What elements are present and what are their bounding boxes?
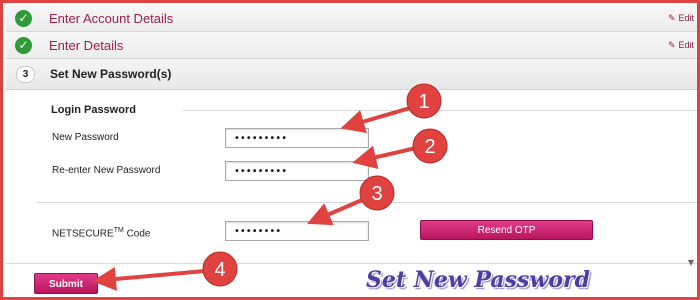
divider	[183, 110, 697, 111]
edit-label[interactable]: Edit	[678, 40, 694, 50]
edit-link-account[interactable]: ✎ Edit	[668, 13, 694, 24]
trademark-sup: TM	[113, 227, 124, 234]
step-number-badge: 3	[16, 66, 35, 83]
step-label: Enter Account Details	[49, 11, 174, 26]
netsecure-label-suffix: Code	[123, 228, 151, 240]
step-set-password-header: 3 Set New Password(s)	[6, 59, 697, 90]
netsecure-code-label: NETSECURETM Code	[52, 227, 150, 239]
step-label: Enter Details	[49, 38, 124, 53]
pencil-icon: ✎	[667, 14, 676, 24]
pencil-icon: ✎	[667, 41, 676, 51]
netsecure-code-input[interactable]	[225, 221, 369, 241]
scroll-down-icon[interactable]: ▼	[688, 258, 694, 267]
new-password-label: New Password	[52, 132, 119, 143]
divider	[6, 263, 697, 264]
reenter-password-label: Re-enter New Password	[52, 165, 161, 176]
netsecure-label-text: NETSECURE	[52, 228, 114, 240]
submit-button[interactable]: Submit	[34, 273, 98, 294]
step-enter-details: ✓ Enter Details ✎ Edit	[6, 32, 697, 59]
edit-label[interactable]: Edit	[678, 13, 694, 23]
step-account-details: ✓ Enter Account Details ✎ Edit	[6, 5, 697, 32]
divider	[36, 202, 697, 203]
new-password-input[interactable]	[225, 128, 369, 148]
reenter-password-input[interactable]	[225, 161, 369, 181]
resend-otp-button[interactable]: Resend OTP	[420, 220, 593, 240]
section-title-login-password: Login Password	[51, 104, 136, 116]
step-title: Set New Password(s)	[50, 67, 172, 81]
check-icon: ✓	[15, 37, 32, 54]
page-frame: ✓ Enter Account Details ✎ Edit ✓ Enter De…	[0, 0, 700, 300]
edit-link-details[interactable]: ✎ Edit	[668, 40, 694, 51]
caption-set-new-password: Set New Password	[366, 267, 590, 293]
check-icon: ✓	[15, 10, 32, 27]
